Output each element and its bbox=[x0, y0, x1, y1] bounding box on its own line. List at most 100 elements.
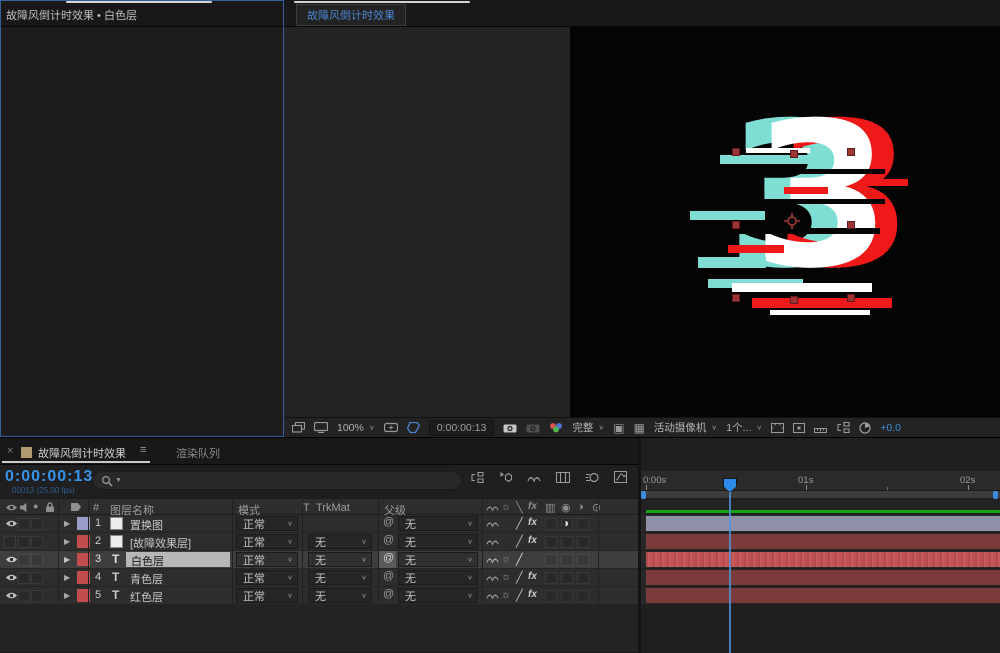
layer-duration-bar-selected[interactable] bbox=[646, 552, 1000, 567]
threed-toggle[interactable] bbox=[577, 536, 589, 548]
comp-mini-flowchart-icon[interactable] bbox=[470, 472, 484, 483]
frame-blend-toggle[interactable] bbox=[545, 590, 557, 602]
motion-blur-toggle[interactable] bbox=[561, 536, 573, 548]
expander-arrow-icon[interactable]: ▶ bbox=[64, 591, 70, 600]
quality-switch-icon[interactable]: ╱ bbox=[516, 535, 523, 548]
snapshot-camera-icon[interactable] bbox=[503, 423, 517, 433]
exposure-value[interactable]: +0.0 bbox=[880, 422, 901, 434]
audio-toggle[interactable] bbox=[18, 572, 30, 584]
graph-editor-icon[interactable] bbox=[614, 471, 627, 483]
solo-toggle[interactable] bbox=[31, 536, 43, 548]
channel-rgb-icon[interactable] bbox=[549, 422, 563, 433]
selection-handle-top-center[interactable] bbox=[790, 150, 798, 158]
composition-view[interactable]: 3 3 3 bbox=[570, 27, 1000, 417]
trkmat-select[interactable]: 无 ∨ bbox=[308, 534, 372, 549]
layer-name[interactable]: 置换图 bbox=[130, 517, 163, 533]
quality-switch-icon[interactable]: ╱ bbox=[516, 553, 523, 566]
solo-toggle[interactable] bbox=[31, 572, 43, 584]
selection-handle-top-right[interactable] bbox=[847, 148, 855, 156]
always-preview-icon[interactable] bbox=[292, 422, 305, 433]
selection-handle-mid-right[interactable] bbox=[847, 221, 855, 229]
layer-row-4[interactable]: ▶ 4 T 青色层 正常 ∨ 无 ∨ @ 无 ∨ ☼ ╱ fx bbox=[0, 569, 640, 587]
solo-toggle[interactable] bbox=[31, 518, 43, 530]
comp-flowchart-icon[interactable] bbox=[836, 422, 850, 433]
layer-duration-bar[interactable] bbox=[646, 570, 1000, 585]
parent-pickwhip-icon[interactable]: @ bbox=[383, 534, 394, 546]
mode-select[interactable]: 正常 ∨ bbox=[236, 588, 298, 603]
frame-blend-toggle[interactable] bbox=[545, 518, 557, 530]
selection-handle-bottom-left[interactable] bbox=[732, 294, 740, 302]
collapse-switch-icon[interactable]: ☼ bbox=[501, 571, 511, 583]
search-input[interactable]: ▼ bbox=[92, 471, 462, 490]
shy-switch-icon[interactable] bbox=[486, 572, 499, 582]
pixel-aspect-correction-icon[interactable] bbox=[793, 423, 805, 433]
layer-lane-5[interactable] bbox=[640, 587, 1000, 605]
timeline-button-icon[interactable] bbox=[814, 422, 827, 433]
eye-icon[interactable] bbox=[5, 573, 18, 582]
current-timecode[interactable]: 0:00:00:13 bbox=[5, 468, 93, 486]
threed-toggle[interactable] bbox=[577, 590, 589, 602]
expander-arrow-icon[interactable]: ▶ bbox=[64, 573, 70, 582]
trkmat-select[interactable]: 无 ∨ bbox=[308, 570, 372, 585]
selection-handle-bottom-right[interactable] bbox=[847, 294, 855, 302]
quality-switch-icon[interactable]: ╱ bbox=[516, 589, 523, 602]
region-of-interest-icon[interactable] bbox=[407, 422, 420, 433]
parent-select[interactable]: 无 ∨ bbox=[398, 570, 478, 585]
frame-blend-toggle[interactable] bbox=[545, 554, 557, 566]
resolution-select[interactable]: 完整 ∨ bbox=[572, 420, 604, 435]
collapse-switch-icon[interactable]: ☼ bbox=[501, 553, 511, 565]
trkmat-column-header[interactable]: TrkMat bbox=[316, 502, 350, 514]
layer-row-2[interactable]: ▶ 2 [故障效果层] 正常 ∨ 无 ∨ @ 无 ∨ ╱ fx bbox=[0, 533, 640, 551]
motion-blur-toggle[interactable] bbox=[561, 572, 573, 584]
quality-switch-icon[interactable]: ╱ bbox=[516, 571, 523, 584]
panel-drag-highlight[interactable] bbox=[294, 1, 470, 3]
anchor-point-icon[interactable] bbox=[784, 213, 800, 229]
eye-icon[interactable] bbox=[5, 555, 18, 564]
transparency-grid-icon[interactable]: ▦ bbox=[634, 421, 645, 435]
frame-blend-enable-icon[interactable] bbox=[556, 472, 570, 483]
shy-switch-icon[interactable] bbox=[486, 536, 499, 546]
t-column-header[interactable]: T bbox=[303, 502, 310, 514]
selection-handle-bottom-center[interactable] bbox=[790, 296, 798, 304]
layer-duration-bar[interactable] bbox=[646, 534, 1000, 549]
fx-switch-icon[interactable]: fx bbox=[528, 589, 537, 600]
frame-blend-toggle[interactable] bbox=[545, 536, 557, 548]
layer-row-5[interactable]: ▶ 5 T 红色层 正常 ∨ 无 ∨ @ 无 ∨ ☼ ╱ fx bbox=[0, 587, 640, 605]
parent-pickwhip-icon[interactable]: @ bbox=[383, 516, 394, 528]
tab-composition[interactable]: 故障风倒计时效果 bbox=[296, 4, 406, 26]
audio-toggle[interactable] bbox=[18, 590, 30, 602]
camera-view-select[interactable]: 活动摄像机 ∨ bbox=[654, 420, 717, 435]
quality-switch-icon[interactable]: ╱ bbox=[516, 517, 523, 530]
layer-lane-2[interactable] bbox=[640, 533, 1000, 551]
video-toggle-off[interactable] bbox=[4, 536, 16, 548]
parent-select[interactable]: 无 ∨ bbox=[398, 552, 478, 567]
solo-toggle[interactable] bbox=[31, 590, 43, 602]
layer-lane-3[interactable] bbox=[640, 551, 1000, 569]
eye-icon[interactable] bbox=[5, 519, 18, 528]
layer-lane-1[interactable] bbox=[640, 515, 1000, 533]
fx-switch-icon[interactable]: fx bbox=[528, 535, 537, 546]
frame-blend-toggle[interactable] bbox=[545, 572, 557, 584]
hide-shy-layers-icon[interactable] bbox=[527, 472, 541, 483]
tab-effect-controls[interactable]: 故障风倒计时效果 • 白色层 bbox=[6, 7, 137, 23]
pan-behind-region-icon[interactable] bbox=[384, 422, 398, 433]
selection-handle-top-left[interactable] bbox=[732, 148, 740, 156]
fx-switch-icon[interactable]: fx bbox=[528, 517, 537, 528]
timeline-pane-divider[interactable] bbox=[638, 438, 641, 653]
motion-blur-enable-icon[interactable] bbox=[585, 472, 599, 483]
audio-toggle[interactable] bbox=[18, 518, 30, 530]
layer-name[interactable]: [故障效果层] bbox=[130, 535, 191, 551]
mode-select[interactable]: 正常 ∨ bbox=[236, 516, 298, 531]
reset-exposure-icon[interactable] bbox=[859, 422, 871, 434]
show-snapshot-icon[interactable] bbox=[526, 423, 540, 433]
layer-name[interactable]: 青色层 bbox=[130, 571, 163, 587]
layer-lane-4[interactable] bbox=[640, 569, 1000, 587]
threed-toggle[interactable] bbox=[577, 554, 589, 566]
collapse-switch-icon[interactable]: ☼ bbox=[501, 589, 511, 601]
fx-switch-icon[interactable]: fx bbox=[528, 571, 537, 582]
title-action-safe-icon[interactable] bbox=[771, 423, 784, 433]
layer-name-edit-field[interactable]: 白色层 bbox=[126, 552, 230, 568]
draft-3d-icon[interactable] bbox=[499, 471, 512, 483]
parent-pickwhip-icon[interactable]: @ bbox=[383, 552, 394, 564]
trkmat-select[interactable]: 无 ∨ bbox=[308, 588, 372, 603]
